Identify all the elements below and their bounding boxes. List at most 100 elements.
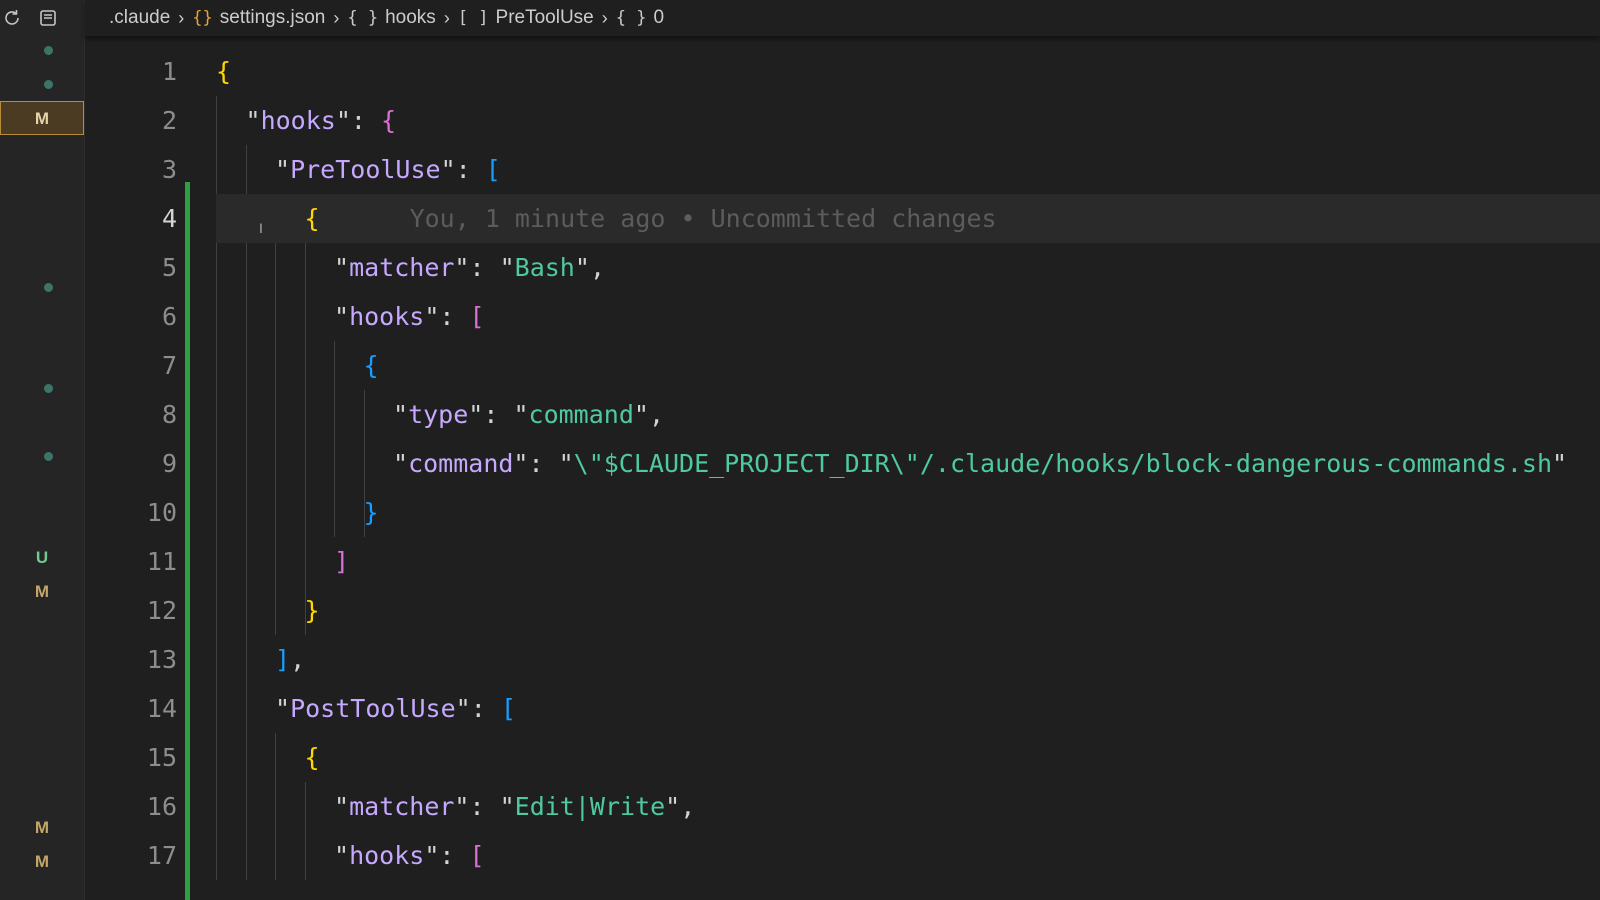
code-token: : xyxy=(350,106,381,135)
change-dot-icon xyxy=(44,283,53,292)
code-token: " xyxy=(440,155,456,184)
code-token: { xyxy=(381,106,397,135)
code-token: , xyxy=(290,645,306,674)
object-icon: { } xyxy=(615,8,647,28)
code-token: " xyxy=(424,302,440,331)
line-number: 6 xyxy=(161,302,177,331)
code-line[interactable]: 2 "hooks": { xyxy=(85,96,1600,145)
breadcrumb-item[interactable]: .claude xyxy=(109,7,170,29)
code-line[interactable]: 8 "type": "command", xyxy=(85,390,1600,439)
code-token: " xyxy=(665,792,681,821)
code-text: "hooks": [ xyxy=(334,302,485,331)
code-token: : xyxy=(470,694,501,723)
code-token: PreToolUse xyxy=(290,155,441,184)
line-number: 4 xyxy=(161,204,177,233)
code-text: { xyxy=(305,743,320,772)
code-token: matcher xyxy=(349,253,455,282)
source-control-gutter: MUMMM xyxy=(0,0,85,900)
code-token: " xyxy=(468,400,484,429)
code-text: ], xyxy=(275,645,305,674)
untracked-status-badge[interactable]: U xyxy=(0,541,84,575)
change-dot-icon xyxy=(44,46,53,55)
code-token: , xyxy=(589,253,605,282)
code-token: " xyxy=(334,792,350,821)
code-text: } xyxy=(305,596,320,625)
code-token: " xyxy=(393,449,409,478)
code-text: "PreToolUse": [ xyxy=(275,155,501,184)
code-line[interactable]: 4 {You, 1 minute ago • Uncommitted change… xyxy=(162,194,1600,243)
code-token: : xyxy=(483,400,514,429)
code-line[interactable]: 14 "PostToolUse": [ xyxy=(85,684,1600,733)
code-token: " xyxy=(513,400,529,429)
code-line[interactable]: 1{ xyxy=(85,47,1600,96)
code-token: " xyxy=(454,792,470,821)
breadcrumb-item[interactable]: [ ] PreToolUse xyxy=(458,7,594,29)
modified-status-badge[interactable]: M xyxy=(0,845,84,879)
code-token: " xyxy=(334,253,350,282)
code-line[interactable]: 12} xyxy=(85,586,1600,635)
code-token: " xyxy=(1552,449,1568,478)
line-number: 1 xyxy=(161,57,177,86)
code-token: [ xyxy=(485,155,501,184)
code-token: ] xyxy=(334,547,350,576)
code-line[interactable]: 16 "matcher": "Edit|Write", xyxy=(85,782,1600,831)
code-token: Edit|Write xyxy=(514,792,666,821)
code-token: PostToolUse xyxy=(290,694,456,723)
code-line[interactable]: 7{ xyxy=(85,341,1600,390)
code-line[interactable]: 15 { xyxy=(85,733,1600,782)
code-token: : xyxy=(528,449,559,478)
chevron-right-icon: › xyxy=(443,7,450,28)
modified-status-badge[interactable]: M xyxy=(0,101,84,135)
code-line[interactable]: 17 "hooks": [ xyxy=(85,831,1600,880)
code-token: " xyxy=(454,253,470,282)
code-text: "hooks": { xyxy=(246,106,397,135)
line-number: 9 xyxy=(161,449,177,478)
code-token: " xyxy=(245,106,261,135)
refresh-icon[interactable] xyxy=(0,6,24,30)
code-line[interactable]: 5 "matcher": "Bash", xyxy=(85,243,1600,292)
code-line[interactable]: 10} xyxy=(85,488,1600,537)
code-text: { xyxy=(216,57,231,86)
line-number: 12 xyxy=(146,596,177,625)
code-token: type xyxy=(408,400,469,429)
breadcrumb-label: settings.json xyxy=(219,7,326,28)
code-text: { xyxy=(364,351,379,380)
code-line[interactable]: 6 "hooks": [ xyxy=(85,292,1600,341)
code-text: "matcher": "Bash", xyxy=(334,253,605,282)
line-number: 3 xyxy=(161,155,177,184)
collapse-all-icon[interactable] xyxy=(36,6,60,30)
breadcrumb-item[interactable]: { } hooks xyxy=(347,7,435,29)
code-token: " xyxy=(335,106,351,135)
code-text: "PostToolUse": [ xyxy=(275,694,516,723)
code-token: { xyxy=(216,57,232,86)
code-token: } xyxy=(363,498,379,527)
modified-status-badge[interactable]: M xyxy=(0,811,84,845)
code-line[interactable]: 11] xyxy=(85,537,1600,586)
breadcrumb-item[interactable]: { } 0 xyxy=(616,7,664,29)
chevron-right-icon: › xyxy=(178,7,185,28)
code-editor[interactable]: 1{2 "hooks": {3 "PreToolUse": [4{You, 1 mi… xyxy=(85,36,1600,900)
array-icon: [ ] xyxy=(457,8,489,28)
code-token: " xyxy=(334,302,350,331)
code-line[interactable]: 9 "command": "\"$CLAUDE_PROJECT_DIR\"/.cl… xyxy=(85,439,1600,488)
chevron-right-icon: › xyxy=(333,7,340,28)
code-token: command xyxy=(528,400,634,429)
code-token: \"$CLAUDE_PROJECT_DIR\"/.claude/hooks/bl… xyxy=(573,449,1552,478)
code-token: : xyxy=(469,792,500,821)
code-line[interactable]: 13], xyxy=(85,635,1600,684)
line-number: 13 xyxy=(146,645,177,674)
change-dot-icon xyxy=(44,452,53,461)
breadcrumb-item[interactable]: {} settings.json xyxy=(192,7,325,29)
modified-status-badge[interactable]: M xyxy=(0,575,84,609)
code-token: " xyxy=(275,694,291,723)
code-text: "command": "\"$CLAUDE_PROJECT_DIR\"/.cla… xyxy=(393,449,1567,478)
code-line[interactable]: 3 "PreToolUse": [ xyxy=(85,145,1600,194)
code-token: " xyxy=(334,841,350,870)
object-icon: { } xyxy=(347,8,379,28)
code-token: " xyxy=(499,253,515,282)
breadcrumb-label: 0 xyxy=(653,7,665,28)
code-token: " xyxy=(393,400,409,429)
code-token: } xyxy=(304,596,320,625)
line-number: 7 xyxy=(161,351,177,380)
code-token: , xyxy=(648,400,664,429)
